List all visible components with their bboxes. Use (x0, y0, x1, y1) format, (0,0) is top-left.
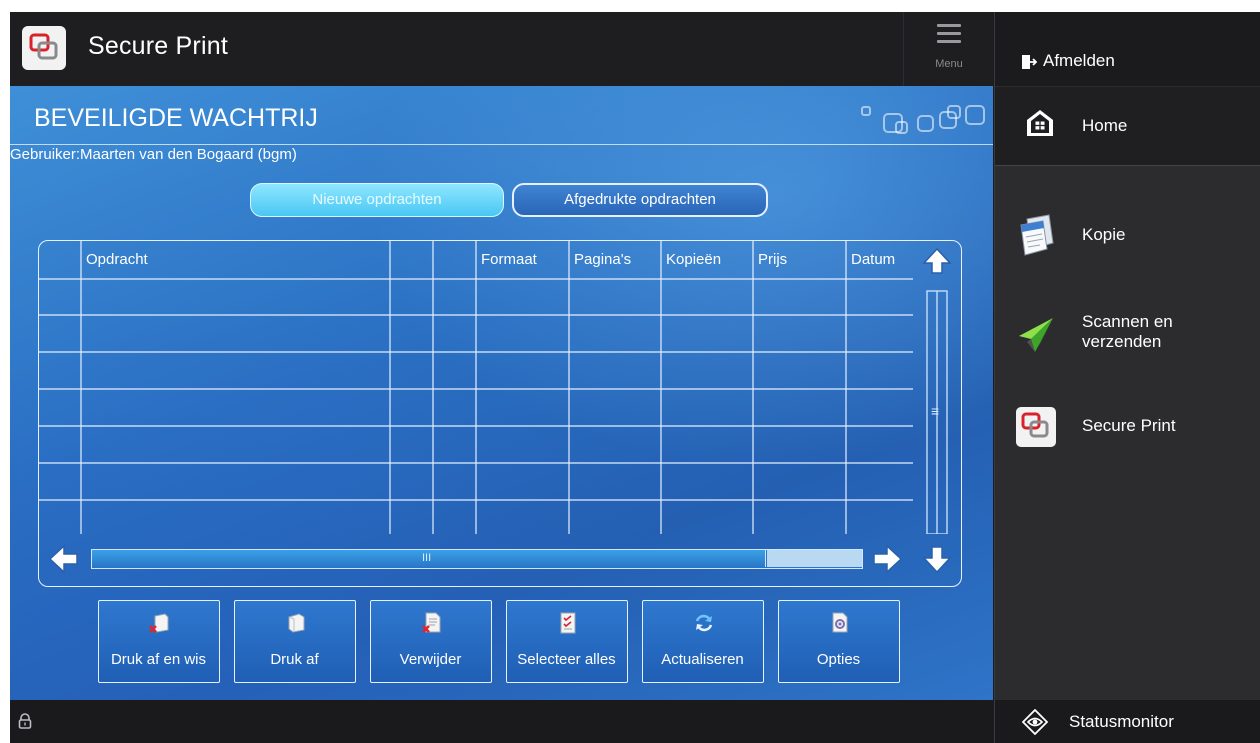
user-info: Gebruiker:Maarten van den Bogaard (bgm) (10, 146, 297, 163)
horizontal-scroll-grip: III (422, 552, 432, 564)
decorative-squares-icon (860, 104, 990, 144)
refresh-label: Actualiseren (661, 651, 744, 668)
column-header-prijs[interactable]: Prijs (753, 241, 787, 279)
options-button[interactable]: Opties (778, 600, 900, 683)
job-table: Opdracht Formaat Pagina's Kopieën Prijs … (38, 240, 962, 587)
secure-print-label: Secure Print (1082, 416, 1176, 435)
home-icon (1025, 108, 1055, 138)
status-monitor-label: Statusmonitor (1069, 712, 1174, 731)
logout-door-icon (1021, 54, 1038, 70)
title-divider (10, 144, 993, 145)
scroll-right-arrow-icon[interactable] (869, 541, 905, 577)
app-title: Secure Print (88, 32, 228, 60)
print-delete-icon (148, 611, 172, 635)
scan-send-icon (1013, 312, 1059, 358)
scan-send-label: Scannen en verzenden (1082, 312, 1173, 351)
vertical-scroll-grip[interactable]: ≡ (931, 403, 939, 419)
copy-label: Kopie (1082, 225, 1126, 244)
tab-new-jobs[interactable]: Nieuwe opdrachten (250, 183, 504, 217)
hamburger-icon (937, 24, 961, 43)
delete-document-icon (420, 611, 444, 635)
menu-button[interactable]: Menu (903, 12, 993, 86)
checklist-icon (556, 611, 580, 635)
bottom-bar (10, 700, 993, 743)
options-label: Opties (816, 651, 861, 668)
delete-label: Verwijder (399, 651, 462, 668)
sidebar-item-copy[interactable]: Kopie (995, 205, 1260, 265)
sidebar: Afmelden Home Kopie Scannen en verzenden… (994, 12, 1260, 743)
job-table-grid: Opdracht Formaat Pagina's Kopieën Prijs … (39, 241, 913, 534)
scroll-down-arrow-icon[interactable] (919, 541, 955, 577)
select-all-label: Selecteer alles (517, 651, 616, 668)
column-header-datum[interactable]: Datum (846, 241, 895, 279)
print-button[interactable]: Druk af (234, 600, 356, 683)
select-all-button[interactable]: Selecteer alles (506, 600, 628, 683)
screen: Secure Print Menu BEVEILIGDE WACHTRIJ Ge… (10, 12, 1260, 743)
tab-printed-jobs[interactable]: Afgedrukte opdrachten (512, 183, 768, 217)
copy-icon (1013, 213, 1059, 259)
horizontal-scroll-track[interactable]: III (91, 549, 863, 569)
app-header: Secure Print Menu (10, 12, 993, 86)
column-header-paginas[interactable]: Pagina's (569, 241, 631, 279)
print-and-delete-button[interactable]: Druk af en wis (98, 600, 220, 683)
print-and-delete-label: Druk af en wis (110, 651, 207, 668)
status-monitor-icon (1021, 708, 1049, 736)
refresh-icon (692, 611, 716, 635)
secure-print-icon (1013, 404, 1059, 450)
home-label: Home (1082, 116, 1128, 135)
column-header-formaat[interactable]: Formaat (476, 241, 537, 279)
horizontal-scrollbar[interactable]: III (39, 534, 961, 586)
logout-button[interactable]: Afmelden (995, 12, 1260, 86)
options-gear-icon (828, 611, 852, 635)
page-title: BEVEILIGDE WACHTRIJ (34, 104, 318, 132)
scroll-left-arrow-icon[interactable] (46, 541, 82, 577)
print-label: Druk af (270, 651, 319, 668)
lock-icon[interactable] (18, 713, 32, 729)
logout-label: Afmelden (1043, 51, 1115, 70)
secure-print-app-icon (22, 26, 66, 70)
delete-button[interactable]: Verwijder (370, 600, 492, 683)
vertical-scrollbar[interactable]: ≡ (913, 241, 961, 534)
refresh-button[interactable]: Actualiseren (642, 600, 764, 683)
column-header-kopieen[interactable]: Kopieën (661, 241, 721, 279)
column-header-opdracht[interactable]: Opdracht (81, 241, 148, 279)
queue-panel: BEVEILIGDE WACHTRIJ Gebruiker:Maarten va… (10, 86, 993, 700)
horizontal-scroll-remainder[interactable] (767, 550, 862, 567)
print-icon (284, 611, 308, 635)
sidebar-item-scan-send[interactable]: Scannen en verzenden (995, 304, 1260, 364)
horizontal-scroll-thumb[interactable]: III (92, 550, 766, 567)
status-monitor-button[interactable]: Statusmonitor (995, 700, 1260, 743)
menu-label: Menu (935, 58, 963, 70)
sidebar-item-home[interactable]: Home (995, 87, 1260, 166)
sidebar-item-secure-print[interactable]: Secure Print (995, 396, 1260, 456)
